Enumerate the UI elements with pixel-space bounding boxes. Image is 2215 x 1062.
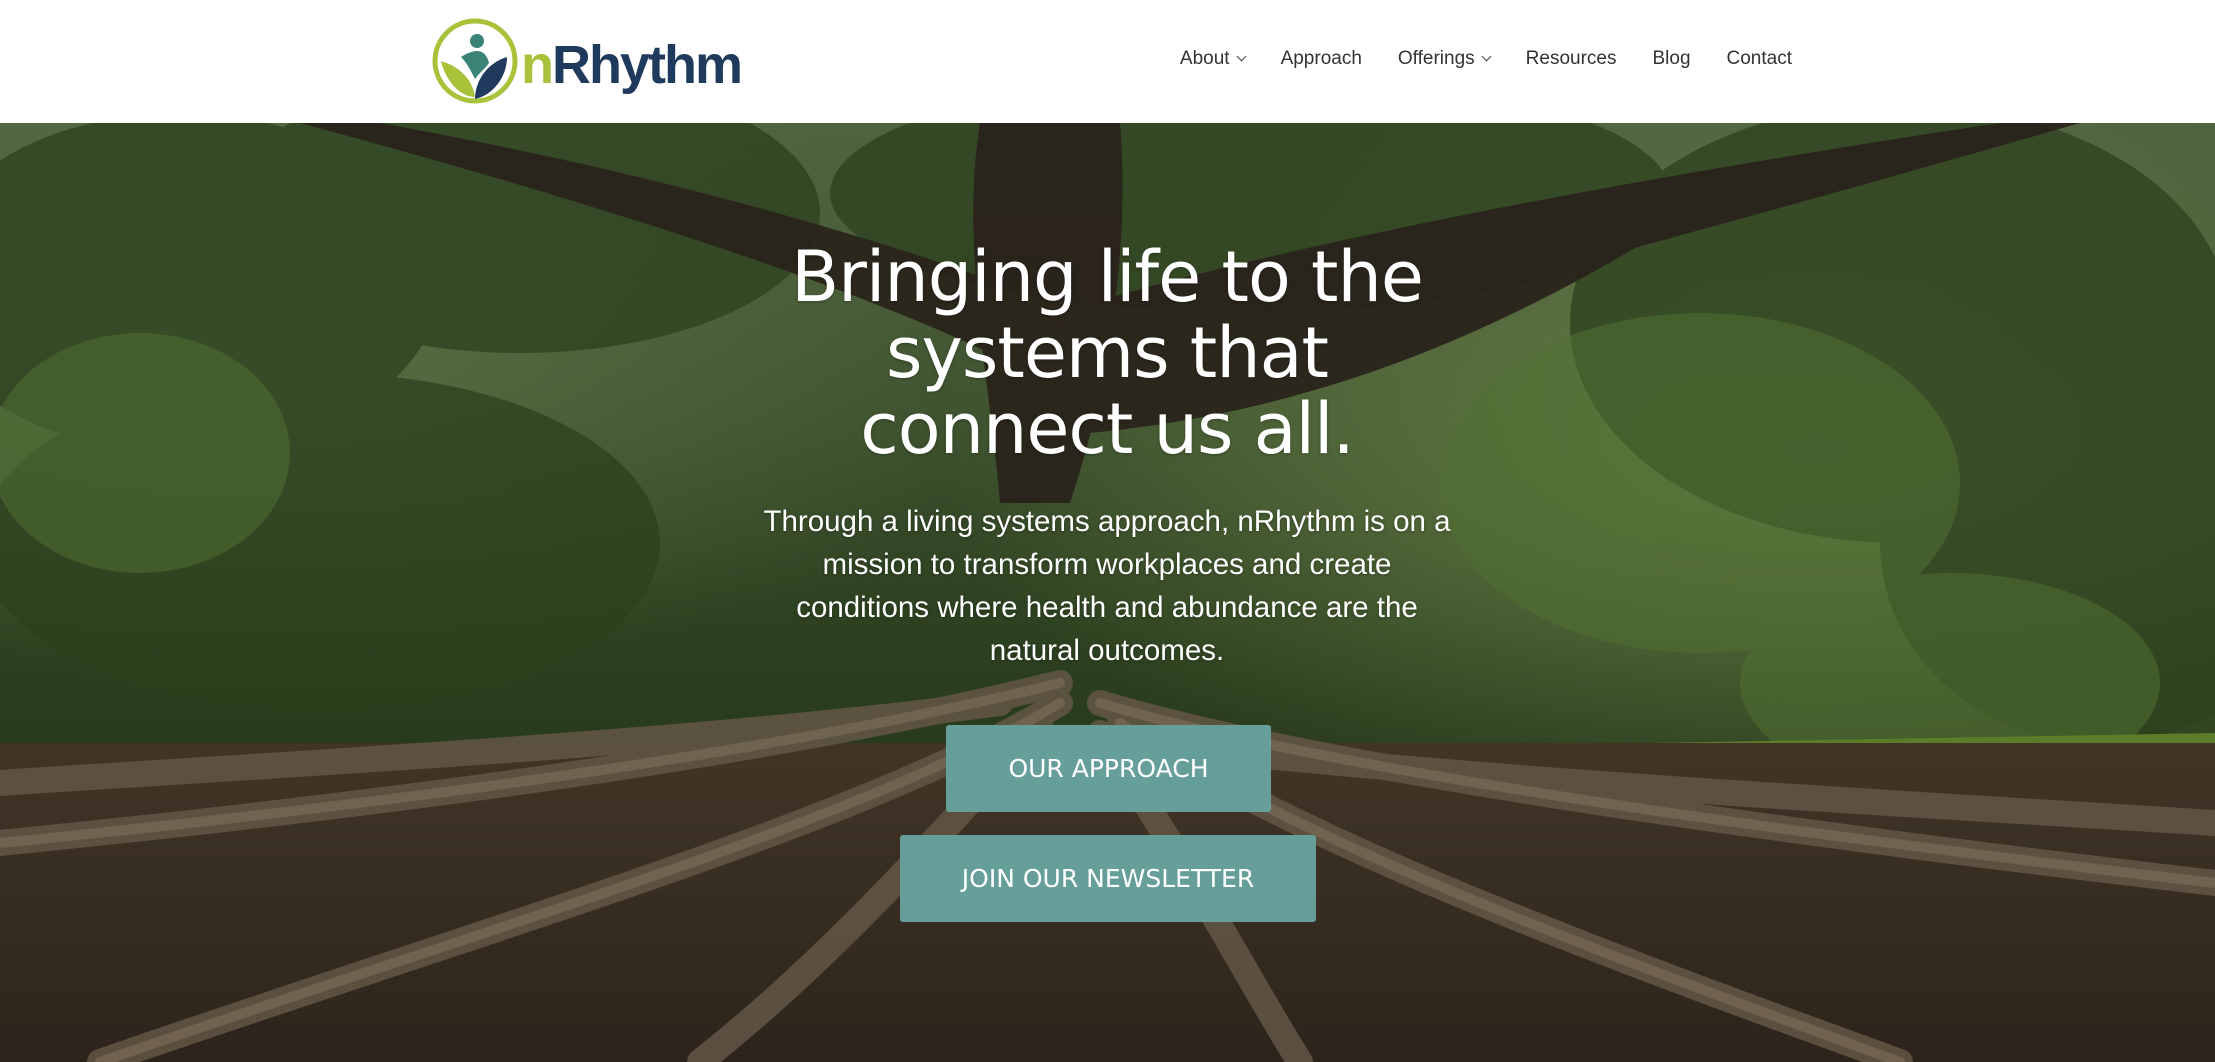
nav-item-approach[interactable]: Approach [1281,48,1362,70]
logo-link[interactable]: nRhythm [431,16,743,106]
nav-item-label: Offerings [1397,48,1475,69]
hero-section: Bringing life to the systems that connec… [0,123,2215,1062]
nav-item-resources[interactable]: Resources [1526,48,1617,70]
chevron-down-icon [1236,51,1247,61]
nav-item-label: Contact [1726,48,1792,69]
nav-item-offerings[interactable]: Offerings [1397,48,1492,70]
join-newsletter-button[interactable]: JOIN OUR NEWSLETTER [900,835,1316,922]
hero-subtitle: Through a living systems approach, nRhyt… [763,505,1451,667]
chevron-down-icon [1481,51,1492,61]
nav-item-blog[interactable]: Blog [1652,48,1690,70]
nav-item-label: Resources [1525,48,1617,69]
nav-item-label: Blog [1652,48,1691,69]
nav-item-about[interactable]: About [1179,48,1247,70]
logo-wordmark: nRhythm [521,35,743,95]
nav-item-label: About [1179,48,1230,69]
main-nav: About Approach Offerings Resources Blog … [1144,0,1792,118]
our-approach-button[interactable]: OUR APPROACH [946,725,1271,812]
nav-item-contact[interactable]: Contact [1727,48,1792,70]
logo-icon [432,18,518,104]
site-header: nRhythm About Approach Offerings Resourc… [0,0,2215,123]
hero-title: Bringing life to the systems that connec… [791,236,1424,470]
nav-item-label: Approach [1280,48,1362,69]
